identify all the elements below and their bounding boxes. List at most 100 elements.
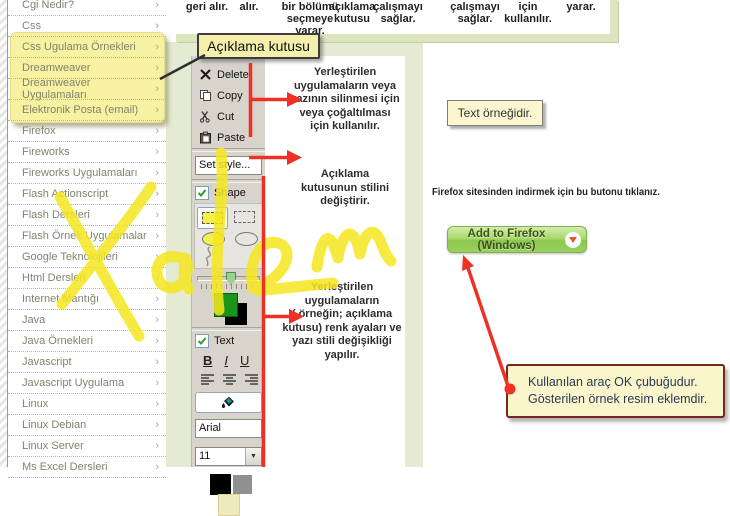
- sidebar-item[interactable]: Java Örnekleri›: [8, 331, 166, 352]
- chevron-right-icon: ›: [155, 168, 159, 178]
- aciklama-kutusu-callout: Açıklama kutusu: [197, 33, 320, 59]
- underline-button[interactable]: U: [240, 353, 249, 368]
- text-secondary-color-swatch[interactable]: [233, 475, 252, 494]
- sidebar-item[interactable]: Flash Örnek Uygulamalar›: [8, 226, 166, 247]
- italic-button[interactable]: I: [224, 353, 228, 368]
- sidebar-item[interactable]: Java›: [8, 310, 166, 331]
- red-arrow-head: [462, 255, 474, 271]
- chevron-right-icon: ›: [155, 315, 159, 325]
- chevron-right-icon: ›: [155, 0, 159, 10]
- sidebar-item[interactable]: Ms Excel Dersleri›: [8, 457, 166, 478]
- size-slider[interactable]: [197, 276, 260, 281]
- text-background-color-swatch[interactable]: [218, 494, 240, 516]
- toolbox-menu: Delete Copy Cut Paste: [192, 56, 265, 148]
- chevron-down-icon[interactable]: ▼: [245, 448, 261, 465]
- text-checkbox[interactable]: [195, 334, 209, 348]
- tool-description-column: için kullanılır.: [497, 1, 559, 25]
- add-to-firefox-button[interactable]: Add to Firefox (Windows): [447, 226, 587, 253]
- text-example-callout: Text örneğidir.: [447, 100, 543, 126]
- add-to-firefox-label: Add to Firefox (Windows): [448, 228, 565, 252]
- sidebar-item[interactable]: Fireworks Uygulamaları›: [8, 163, 166, 184]
- sidebar-item[interactable]: Javascript›: [8, 352, 166, 373]
- chevron-right-icon: ›: [155, 252, 159, 262]
- align-left-button[interactable]: [200, 373, 215, 386]
- sidebar-item[interactable]: Css›: [8, 16, 166, 37]
- chevron-right-icon: ›: [155, 399, 159, 409]
- chevron-right-icon: ›: [155, 42, 159, 52]
- squiggle-tool-button[interactable]: [203, 246, 217, 268]
- annotation-delete-tools: Yerleştirilen uygulamaların veya yazının…: [278, 66, 412, 134]
- fill-color-button[interactable]: [195, 392, 262, 413]
- sidebar-item[interactable]: Dreamweaver Uygulamaları›: [8, 79, 166, 100]
- sidebar-item[interactable]: Html Dersleri›: [8, 268, 166, 289]
- annotation-toolbox-panel: Delete Copy Cut Paste Set style... Shape: [191, 56, 265, 467]
- chevron-right-icon: ›: [155, 21, 159, 31]
- cut-menu-item[interactable]: Cut: [192, 106, 265, 127]
- chevron-right-icon: ›: [155, 462, 159, 472]
- shape-checkbox[interactable]: [195, 186, 209, 200]
- sidebar-item[interactable]: Css Ugulama Örnekleri›: [8, 37, 166, 58]
- paste-menu-item[interactable]: Paste: [192, 127, 265, 148]
- sidebar-item[interactable]: Firefox›: [8, 121, 166, 142]
- sidebar-item[interactable]: Flash Actionscript›: [8, 184, 166, 205]
- red-arrow-shaft: [468, 268, 508, 386]
- font-size-dropdown[interactable]: 11 ▼: [195, 447, 262, 466]
- sidebar-item[interactable]: Linux›: [8, 394, 166, 415]
- add-to-firefox-dropdown[interactable]: [565, 232, 581, 248]
- sidebar-item[interactable]: Linux Server›: [8, 436, 166, 457]
- outline-ellipse-tool-button[interactable]: [235, 232, 258, 246]
- chevron-down-icon: [569, 237, 577, 243]
- chevron-right-icon: ›: [155, 189, 159, 199]
- sidebar-item[interactable]: Google Teknolojileri›: [8, 247, 166, 268]
- chevron-right-icon: ›: [155, 441, 159, 451]
- chevron-right-icon: ›: [155, 63, 159, 73]
- tool-description-column: çalışmayı sağlar.: [367, 1, 429, 25]
- align-right-button[interactable]: [244, 373, 259, 386]
- chevron-right-icon: ›: [155, 126, 159, 136]
- copy-menu-item[interactable]: Copy: [192, 85, 265, 106]
- delete-menu-item[interactable]: Delete: [192, 64, 265, 85]
- sidebar-item[interactable]: Fireworks›: [8, 142, 166, 163]
- sidebar-item[interactable]: Javascript Uygulama›: [8, 373, 166, 394]
- sidebar-menu: Cgi Nedir?› Css› Css Ugulama Örnekleri› …: [8, 0, 166, 478]
- paint-bucket-icon: [220, 396, 237, 409]
- sidebar-item[interactable]: Cgi Nedir?›: [8, 0, 166, 16]
- sidebar-item[interactable]: Elektronik Posta (email)›: [8, 100, 166, 121]
- page: { "top_box": { "columns": [ {"lines": ["…: [0, 0, 730, 467]
- chevron-right-icon: ›: [155, 147, 159, 157]
- outline-rect-icon: [234, 211, 255, 223]
- filled-rect-tool-button[interactable]: [197, 207, 228, 229]
- filled-ellipse-tool-button[interactable]: [202, 232, 225, 246]
- sidebar: Cgi Nedir?› Css› Css Ugulama Örnekleri› …: [8, 0, 166, 467]
- sidebar-item[interactable]: Dreamweaver›: [8, 58, 166, 79]
- chevron-right-icon: ›: [155, 105, 159, 115]
- align-center-button[interactable]: [222, 373, 237, 386]
- cut-scissors-icon: [199, 110, 212, 123]
- font-family-field[interactable]: Arial: [195, 419, 262, 438]
- filled-rect-icon: [202, 212, 223, 224]
- sidebar-item[interactable]: Linux Debian›: [8, 415, 166, 436]
- sidebar-item[interactable]: Flash Dersleri›: [8, 205, 166, 226]
- slider-ticks: [201, 284, 256, 289]
- bold-button[interactable]: B: [203, 353, 212, 368]
- chevron-right-icon: ›: [155, 294, 159, 304]
- shape-section-label: Shape: [214, 187, 246, 199]
- chevron-right-icon: ›: [155, 336, 159, 346]
- text-color-swatch[interactable]: [210, 474, 231, 495]
- note-box: Kullanılan araç OK çubuğudur. Gösterilen…: [506, 364, 725, 418]
- sidebar-item[interactable]: Internet Mantığı›: [8, 289, 166, 310]
- set-style-field[interactable]: Set style...: [195, 156, 262, 175]
- shape-fill-color-swatch[interactable]: [214, 293, 238, 317]
- chevron-right-icon: ›: [155, 210, 159, 220]
- chevron-right-icon: ›: [155, 84, 159, 94]
- left-stripe-pattern: [0, 0, 8, 467]
- chevron-right-icon: ›: [155, 357, 159, 367]
- annotation-color-settings: Yerleştirilen uygulamaların (.örneğin; a…: [271, 281, 413, 362]
- delete-x-icon: [199, 68, 212, 81]
- firefox-instruction-label: Firefox sitesinden indirmek için bu buto…: [432, 186, 660, 198]
- text-section-label: Text: [214, 335, 234, 347]
- outline-rect-tool-button[interactable]: [230, 207, 258, 227]
- annotation-set-style: Açıklama kutusunun stilini değiştirir.: [283, 168, 407, 209]
- paste-clipboard-icon: [199, 131, 212, 144]
- shape-tools-panel: [194, 203, 263, 269]
